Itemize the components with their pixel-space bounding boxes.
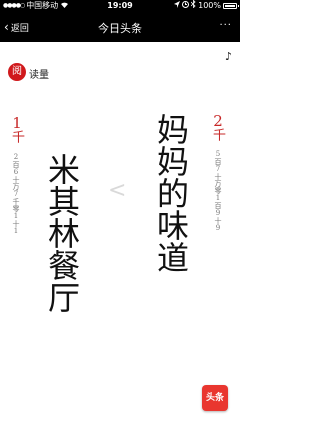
location-icon bbox=[174, 0, 181, 12]
logo-text: 读量 bbox=[29, 70, 49, 81]
page-title: 今日头条 bbox=[98, 22, 142, 35]
status-bar: ●●●●○ 中国移动 19:09 100% bbox=[0, 0, 240, 12]
nav-bar: ‹ 返回 今日头条 ··· bbox=[0, 12, 240, 42]
logo-mark: 阅 bbox=[8, 63, 26, 81]
count-full-left: 2百6十万7千零1十1 bbox=[12, 153, 20, 235]
more-button[interactable]: ··· bbox=[219, 20, 232, 31]
bluetooth-icon bbox=[190, 0, 196, 12]
battery-percent: 100% bbox=[198, 1, 221, 10]
music-note-icon[interactable]: ♪ bbox=[225, 50, 232, 63]
count-full-right: 5百7十万零1百9十9 bbox=[214, 150, 222, 232]
status-right: 100% bbox=[174, 0, 239, 12]
alarm-icon bbox=[182, 0, 190, 12]
compare-icon: < bbox=[108, 178, 127, 203]
title-right: 妈妈的味道 bbox=[152, 113, 190, 273]
count-unit-left: 千 bbox=[9, 130, 24, 143]
toutiao-app-badge[interactable]: 头条 bbox=[202, 385, 228, 411]
title-left: 米其林餐厅 bbox=[43, 153, 81, 313]
count-unit-right: 千 bbox=[210, 128, 225, 141]
battery-icon bbox=[223, 3, 239, 9]
